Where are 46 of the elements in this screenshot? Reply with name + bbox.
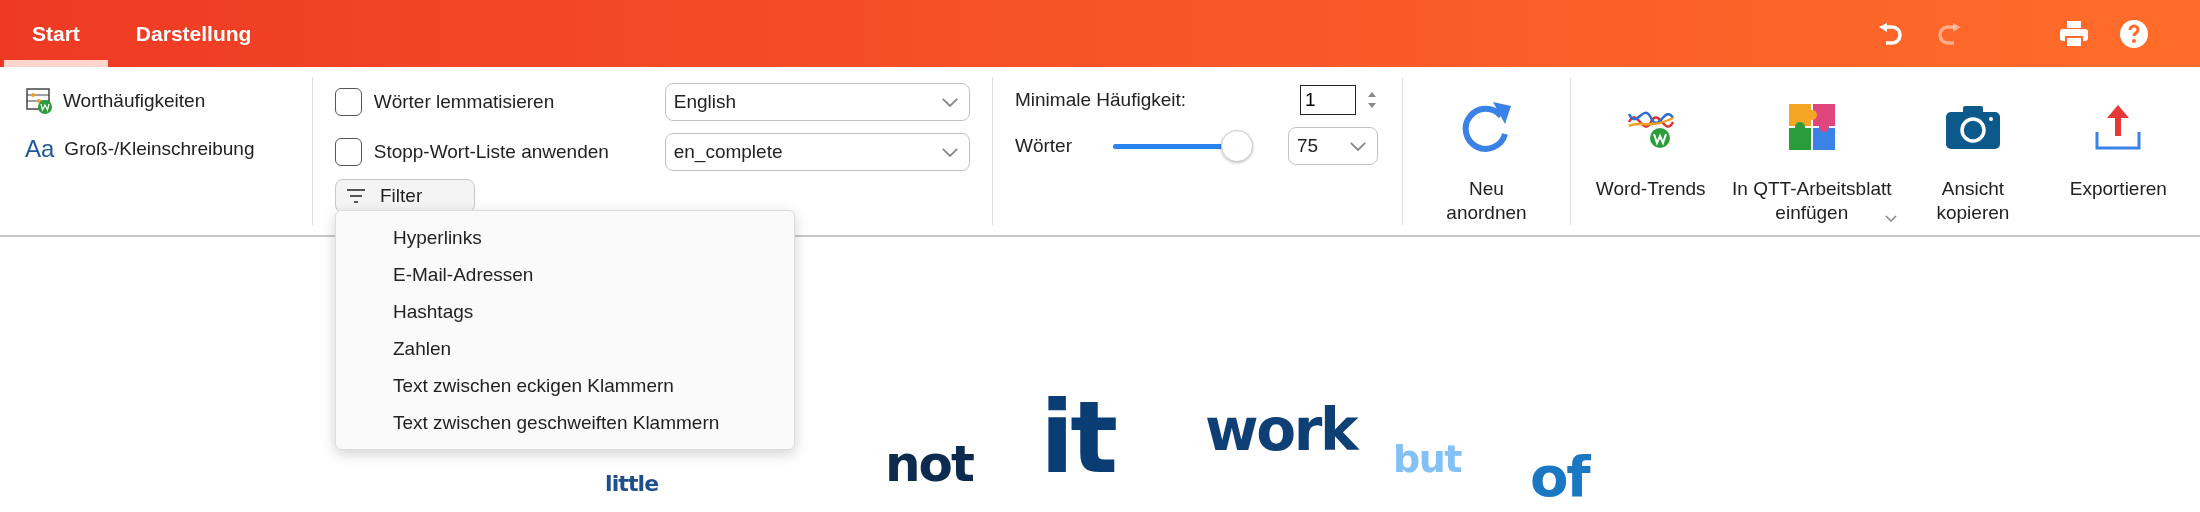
menu-item[interactable]: Hashtags	[336, 293, 794, 330]
undo-icon	[1877, 22, 1903, 45]
tool-button[interactable]: In QTT-Arbeitsblatt einfügen	[1728, 77, 1896, 225]
cloud-word: not	[885, 438, 975, 491]
dropdown-select[interactable]: English	[664, 83, 970, 121]
chevron-down-icon	[941, 96, 959, 108]
slider-thumb[interactable]	[1220, 129, 1253, 162]
checkbox[interactable]	[335, 138, 362, 166]
abacus-icon	[25, 87, 53, 115]
filter-icon	[346, 189, 366, 203]
rearrange-button[interactable]: Neu anordnen	[1416, 77, 1557, 225]
tool-button[interactable]: Exportieren	[2050, 77, 2186, 225]
cloud-word: it	[1040, 385, 1116, 490]
help-icon	[2119, 18, 2149, 49]
field-label: Wörter	[1015, 135, 1073, 157]
camera-icon	[1944, 104, 2001, 150]
field-label: Minimale Häufigkeit:	[1015, 89, 1188, 111]
ribbon-tab[interactable]: Darstellung	[107, 0, 280, 67]
ribbon-option[interactable]: Aa Groß-/Kleinschreibung	[25, 129, 287, 169]
menu-item[interactable]: E-Mail-Adressen	[336, 256, 794, 293]
menu-item[interactable]: Hyperlinks	[336, 219, 794, 256]
tool-button[interactable]: Ansicht kopieren	[1905, 77, 2041, 225]
redo-icon	[1937, 22, 1963, 45]
checkbox[interactable]	[335, 88, 362, 116]
dropdown-select[interactable]: en_complete	[664, 133, 970, 171]
dropdown-select[interactable]: 75	[1288, 127, 1378, 165]
menu-item[interactable]: Text zwischen geschweiften Klammern	[336, 404, 794, 441]
ribbon-tab[interactable]: Start	[4, 0, 108, 67]
printer-icon	[2059, 19, 2089, 48]
help-button[interactable]	[2118, 17, 2150, 50]
menu-item[interactable]: Text zwischen eckigen Klammern	[336, 367, 794, 404]
cloud-word: work	[1205, 400, 1360, 461]
cloud-word: of	[1530, 448, 1591, 507]
font-case-icon: Aa	[25, 135, 55, 163]
checkbox-label: Wörter lemmatisieren	[373, 91, 556, 113]
puzzle-icon	[1786, 102, 1837, 152]
chevron-down-icon	[1349, 140, 1367, 152]
menu-item[interactable]: Zahlen	[336, 330, 794, 367]
ribbon-option[interactable]: Worthäufigkeiten	[25, 81, 287, 121]
checkbox-label: Stopp-Wort-Liste anwenden	[373, 141, 610, 163]
chevron-down-icon	[941, 146, 959, 158]
tool-button[interactable]: Word-Trends	[1583, 77, 1719, 225]
filter-button[interactable]: Filter	[335, 179, 475, 213]
cloud-word: little	[605, 472, 660, 496]
number-input[interactable]: 1	[1300, 85, 1356, 115]
cloud-word: but	[1393, 440, 1463, 480]
